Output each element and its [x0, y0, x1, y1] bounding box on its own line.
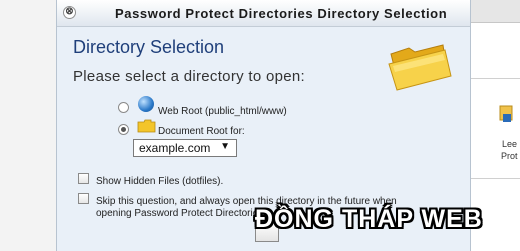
skip-question-checkbox[interactable] [78, 193, 89, 204]
domain-select[interactable]: example.com ▼ [133, 139, 237, 157]
close-icon[interactable]: ⊗ [64, 6, 75, 17]
dialog-titlebar[interactable]: ⊗ Password Protect Directories Directory… [57, 0, 470, 27]
background-tool-icon[interactable] [498, 104, 514, 136]
background-tool-label[interactable]: Prot [501, 151, 518, 161]
background-divider [470, 78, 520, 79]
chevron-down-icon[interactable]: ▼ [220, 141, 230, 152]
globe-icon [138, 96, 154, 112]
web-root-radio[interactable] [118, 102, 129, 113]
dialog-title: Password Protect Directories Directory S… [115, 6, 448, 21]
dialog-prompt: Please select a directory to open: [73, 68, 305, 85]
show-hidden-checkbox[interactable] [78, 173, 89, 184]
folder-icon [388, 44, 452, 91]
document-root-radio[interactable] [118, 124, 129, 135]
background-tool-label[interactable]: Lee [502, 139, 517, 149]
folder-icon [137, 119, 156, 133]
dialog-heading: Directory Selection [73, 37, 225, 57]
domain-select-value: example.com [139, 141, 211, 155]
skip-question-label-line2[interactable]: opening Password Protect Directories [96, 208, 263, 219]
close-button[interactable]: ⊗ [63, 6, 76, 19]
background-divider [470, 178, 520, 179]
background-header-strip [470, 0, 520, 23]
show-hidden-label[interactable]: Show Hidden Files (dotfiles). [96, 176, 223, 187]
web-root-label[interactable]: Web Root (public_html/www) [158, 106, 287, 117]
watermark: ĐỒNG THÁP WEB [255, 205, 483, 233]
document-root-label[interactable]: Document Root for: [158, 126, 245, 137]
